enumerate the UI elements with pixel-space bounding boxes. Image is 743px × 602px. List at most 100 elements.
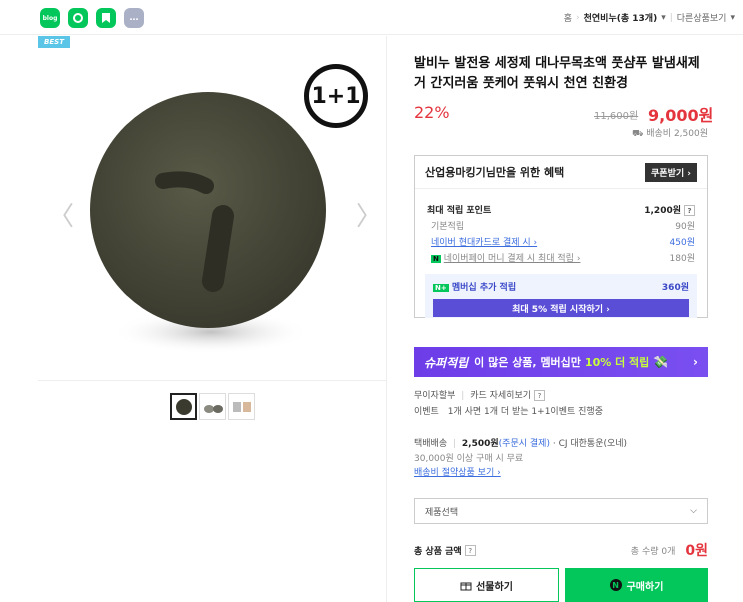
event-label: 이벤트: [414, 407, 439, 417]
shipping-fee: ⛟ 배송비 2,500원: [632, 126, 708, 140]
nplus-icon: N+: [433, 284, 449, 292]
buy-button[interactable]: N 구매하기: [565, 568, 708, 602]
membership-row: N+ 멤버십 추가 적립 360원: [433, 280, 689, 293]
installment-label: 무이자할부: [414, 391, 456, 401]
delivery-fee: 2,500원: [461, 439, 499, 449]
delivery-carrier: · CJ 대한통운(오네): [552, 439, 628, 449]
benefit-title: 산업용마킹기님만을 위한 혜택: [425, 166, 565, 179]
buy-label: 구매하기: [626, 581, 664, 593]
shipping-fee-text: 배송비 2,500원: [646, 129, 708, 139]
max-points-value-wrap: 1,200원?: [644, 203, 695, 216]
total-count: 총 수량 0개: [630, 546, 676, 557]
npay-logo-icon: N: [609, 579, 622, 591]
discount-rate: 22%: [414, 103, 450, 122]
breadcrumb-divider: |: [669, 12, 673, 23]
card-points-link[interactable]: 네이버 현대카드로 결제 시 ›: [431, 235, 537, 248]
points-row-card: 네이버 현대카드로 결제 시 › 450원: [415, 235, 707, 248]
talk-share-icon[interactable]: [68, 8, 88, 28]
membership-box: N+ 멤버십 추가 적립 360원 최대 5% 적립 시작하기 ›: [425, 274, 697, 318]
super-brand: 슈퍼적립: [424, 355, 469, 370]
gift-icon: [460, 582, 472, 591]
delivery-label: 택배배송: [414, 439, 448, 449]
main-image[interactable]: 1+1: [38, 36, 386, 381]
breadcrumb-sep-icon: ›: [576, 12, 580, 23]
total-row: 총 상품 금액? 총 수량 0개 0원: [414, 540, 708, 560]
chevron-down-icon: ⌵: [690, 506, 697, 516]
card-detail-link[interactable]: 카드 자세히보기: [470, 391, 531, 401]
action-buttons: 선물하기 N 구매하기: [414, 568, 708, 602]
max-points-value: 1,200원: [644, 206, 681, 216]
event-text: 1개 사면 1개 더 받는 1+1이벤트 진행중: [447, 407, 603, 417]
best-badge: BEST: [38, 36, 70, 48]
option-select[interactable]: 제품선택 ⌵: [414, 498, 708, 524]
event-row: 이벤트 1개 사면 1개 더 받는 1+1이벤트 진행중: [414, 404, 603, 417]
super-points-banner[interactable]: 슈퍼적립 이 많은 상품, 멤버십만 10% 더 적립 💸 ›: [414, 347, 708, 377]
membership-label-wrap: N+ 멤버십 추가 적립: [433, 280, 516, 293]
chevron-down-icon: ▾: [661, 12, 666, 23]
npay-wrap: N 네이버페이 머니 결제 시 최대 적립 ›: [431, 251, 580, 264]
points-row-label: 기본적립: [431, 222, 465, 232]
blog-share-icon[interactable]: blog: [40, 8, 60, 28]
truck-icon: ⛟: [632, 129, 647, 139]
coupon-button[interactable]: 쿠폰받기 ›: [645, 162, 697, 182]
benefit-box: 산업용마킹기님만을 위한 혜택 쿠폰받기 › 최대 적립 포인트 1,200원?…: [414, 155, 708, 318]
blog-icon-label: blog: [42, 14, 58, 22]
sale-price: 9,000원: [648, 106, 714, 125]
thumb-box-icon: [232, 401, 251, 412]
one-plus-one-badge: 1+1: [304, 64, 368, 128]
chevron-right-icon: ›: [693, 355, 698, 369]
npay-points-link[interactable]: 네이버페이 머니 결제 시 최대 적립 ›: [444, 254, 581, 264]
points-row-value: 90원: [675, 222, 695, 232]
option-placeholder: 제품선택: [425, 507, 459, 518]
free-shipping-note: 30,000원 이상 구매 시 무료: [414, 454, 524, 464]
breadcrumb-current[interactable]: 천연비누(총 13개): [584, 11, 658, 24]
points-row-npay: N 네이버페이 머니 결제 시 최대 적립 › 180원: [415, 251, 707, 264]
thumbnail-1[interactable]: [170, 393, 197, 420]
benefit-header: 산업용마킹기님만을 위한 혜택 쿠폰받기 ›: [415, 156, 707, 189]
max-points-row: 최대 적립 포인트 1,200원?: [415, 203, 707, 216]
max-points-label: 최대 적립 포인트: [427, 206, 492, 216]
membership-value: 360원: [661, 283, 689, 293]
original-price: 11,600원: [594, 111, 639, 122]
next-arrow-icon[interactable]: 〉: [356, 196, 382, 233]
super-text: 이 많은 상품, 멤버십만: [474, 356, 581, 369]
thumbnail-3[interactable]: [228, 393, 255, 420]
prev-arrow-icon[interactable]: 〈: [48, 196, 74, 233]
points-row-value: 450원: [669, 238, 695, 248]
breadcrumb: 홈 › 천연비누(총 13개) ▾ | 다른상품보기 ▾: [564, 11, 735, 25]
more-icon: …: [129, 13, 139, 23]
breadcrumb-home[interactable]: 홈: [564, 11, 572, 24]
gift-label: 선물하기: [476, 581, 513, 593]
help-icon[interactable]: ?: [684, 205, 695, 216]
thumb-soap-icon: [175, 398, 192, 415]
super-highlight: 10% 더 적립: [584, 356, 650, 369]
installment-row: 무이자할부 | 카드 자세히보기?: [414, 388, 546, 401]
thumbnail-list: [170, 393, 255, 420]
delivery-fee-note: (주문시 결제): [498, 439, 550, 449]
help-icon[interactable]: ?: [464, 544, 476, 556]
points-row-value: 180원: [669, 254, 695, 264]
points-row-basic: 기본적립 90원: [415, 219, 707, 232]
gift-button[interactable]: 선물하기: [414, 568, 559, 602]
shipping-saving-link[interactable]: 배송비 절약상품 보기 ›: [414, 465, 501, 478]
divider: |: [461, 391, 465, 401]
chevron-down-icon: ▾: [730, 12, 735, 23]
total-amount: 0원: [685, 543, 708, 559]
breadcrumb-other[interactable]: 다른상품보기: [677, 11, 727, 24]
bookmark-icon: [102, 13, 110, 23]
bookmark-share-icon[interactable]: [96, 8, 116, 28]
divider: |: [453, 439, 457, 449]
help-icon[interactable]: ?: [534, 390, 546, 401]
more-share-icon[interactable]: …: [124, 8, 144, 28]
membership-label: 멤버십 추가 적립: [451, 283, 517, 293]
membership-start-button[interactable]: 최대 5% 적립 시작하기 ›: [433, 299, 689, 317]
delivery-row: 택배배송 | 2,500원(주문시 결제) · CJ 대한통운(오네): [414, 436, 627, 449]
total-label: 총 상품 금액: [414, 546, 462, 557]
money-icon: 💸: [653, 355, 669, 369]
thumbnail-2[interactable]: [199, 393, 226, 420]
top-bar: blog … 홈 › 천연비누(총 13개) ▾ | 다른상품보기 ▾: [0, 0, 743, 35]
product-title: 발비누 발전용 세정제 대나무목초액 풋샴푸 발냄새제거 간지러움 풋케어 풋워…: [414, 56, 700, 91]
talk-icon: [73, 13, 83, 23]
thumb-soaps-icon: [203, 404, 223, 413]
npay-icon: N: [431, 255, 441, 263]
